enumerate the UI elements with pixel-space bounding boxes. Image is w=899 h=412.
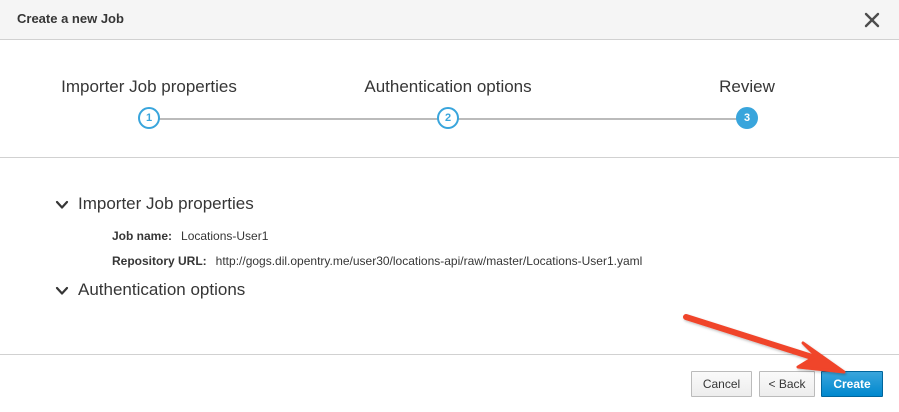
create-button[interactable]: Create bbox=[821, 371, 883, 397]
section-title: Importer Job properties bbox=[78, 194, 254, 213]
cancel-button[interactable]: Cancel bbox=[691, 371, 752, 397]
field-value: http://gogs.dil.opentry.me/user30/locati… bbox=[215, 254, 643, 268]
chevron-down-icon bbox=[54, 198, 70, 212]
back-button[interactable]: < Back bbox=[759, 371, 815, 397]
section-authentication-options[interactable]: Authentication options bbox=[54, 280, 245, 300]
step-2-circle[interactable]: 2 bbox=[437, 107, 459, 129]
wizard-steps: Importer Job properties Authentication o… bbox=[0, 41, 899, 158]
modal-footer: Cancel < Back Create bbox=[0, 354, 899, 412]
step-connector bbox=[149, 118, 448, 120]
close-button[interactable] bbox=[861, 9, 883, 31]
field-repository-url: Repository URL: http://gogs.dil.opentry.m… bbox=[112, 254, 642, 268]
field-value: Locations-User1 bbox=[181, 229, 269, 243]
field-job-name: Job name: Locations-User1 bbox=[112, 229, 268, 243]
chevron-down-icon bbox=[54, 284, 70, 298]
step-connector bbox=[448, 118, 747, 120]
section-title: Authentication options bbox=[78, 280, 246, 299]
modal-header: Create a new Job bbox=[0, 0, 899, 40]
field-key: Job name: bbox=[112, 229, 173, 243]
field-key: Repository URL: bbox=[112, 254, 207, 268]
step-label-importer[interactable]: Importer Job properties bbox=[61, 77, 237, 97]
step-label-authentication[interactable]: Authentication options bbox=[364, 77, 531, 97]
step-3-circle[interactable]: 3 bbox=[736, 107, 758, 129]
close-icon bbox=[864, 12, 880, 28]
step-label-review[interactable]: Review bbox=[719, 77, 775, 97]
step-1-circle[interactable]: 1 bbox=[138, 107, 160, 129]
section-importer-job-properties[interactable]: Importer Job properties bbox=[54, 194, 254, 214]
modal-title: Create a new Job bbox=[17, 11, 124, 26]
